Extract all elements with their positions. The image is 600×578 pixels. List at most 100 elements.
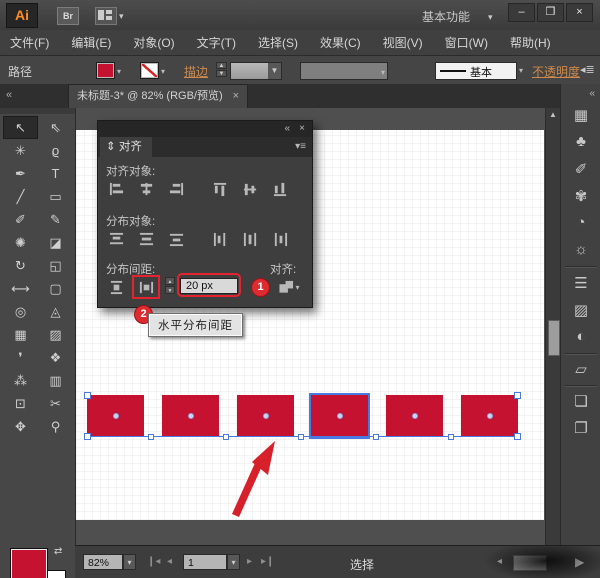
menu-effect[interactable]: 效果(C): [320, 34, 361, 51]
document-tab[interactable]: 未标题-3* @ 82% (RGB/预览)×: [68, 84, 248, 109]
brushes-panel-icon[interactable]: ✐: [561, 160, 600, 178]
vertical-scrollbar[interactable]: ▲: [545, 108, 561, 545]
red-square-1[interactable]: [87, 395, 144, 437]
zoom-level-value[interactable]: 82%: [83, 554, 123, 570]
appearance-panel-icon[interactable]: ☼: [561, 241, 600, 258]
menu-window[interactable]: 窗口(W): [445, 34, 488, 51]
transparency-panel-icon[interactable]: ◐: [561, 328, 600, 345]
swatches-panel-icon[interactable]: ▦: [561, 106, 600, 124]
selection-handle[interactable]: [448, 434, 454, 440]
red-square-6[interactable]: [461, 395, 518, 437]
previous-artboard-icon[interactable]: ◂: [167, 556, 172, 567]
distribute-horizontal-center-button[interactable]: [238, 229, 262, 249]
slice-tool[interactable]: ✂: [38, 392, 73, 415]
red-square-3[interactable]: [237, 395, 294, 437]
swap-fill-stroke-icon[interactable]: ⇄: [54, 546, 62, 557]
line-segment-tool[interactable]: ╱: [3, 185, 38, 208]
symbols-panel-icon[interactable]: ♣: [561, 133, 600, 150]
close-button[interactable]: ×: [566, 3, 593, 22]
artboard-number-value[interactable]: 1: [183, 554, 227, 570]
stroke-color-swatch[interactable]: [140, 62, 159, 79]
perspective-grid-tool[interactable]: ◬: [38, 300, 73, 323]
bridge-icon[interactable]: Br: [57, 7, 79, 25]
red-square-5[interactable]: [386, 395, 443, 437]
align-tab[interactable]: ⇕ 对齐: [100, 137, 152, 157]
selection-handle[interactable]: [84, 433, 91, 440]
color-panel-icon[interactable]: ✾: [561, 187, 600, 205]
align-to-selector[interactable]: ▾: [274, 277, 304, 297]
scroll-right-icon[interactable]: ▶: [575, 555, 584, 569]
rectangle-tool[interactable]: ▭: [38, 185, 73, 208]
stroke-weight-caret-icon[interactable]: ▼: [268, 63, 281, 79]
distribute-bottom-button[interactable]: [164, 229, 188, 249]
scroll-up-icon[interactable]: ▲: [549, 110, 557, 119]
brush-definition-caret-icon[interactable]: ▾: [519, 66, 523, 75]
pencil-tool[interactable]: ✎: [38, 208, 73, 231]
scale-tool[interactable]: ◱: [38, 254, 73, 277]
selection-handle[interactable]: [84, 392, 91, 399]
vertical-distribute-space-button[interactable]: [104, 277, 128, 297]
arrange-caret-icon[interactable]: ▾: [119, 11, 124, 22]
fill-caret-icon[interactable]: ▾: [117, 67, 121, 76]
magic-wand-tool[interactable]: ✳: [3, 139, 38, 162]
stroke-caret-icon[interactable]: ▾: [161, 67, 165, 76]
eyedropper-tool[interactable]: ❜: [3, 346, 38, 369]
red-square-4-key-object[interactable]: [311, 395, 368, 437]
align-vertical-center-button[interactable]: [238, 179, 262, 199]
paintbrush-tool[interactable]: ✐: [3, 208, 38, 231]
stroke-panel-icon[interactable]: ☰: [561, 274, 600, 292]
panel-close-icon[interactable]: ×: [299, 123, 305, 134]
selection-handle[interactable]: [514, 392, 521, 399]
scroll-left-icon[interactable]: ◂: [497, 556, 502, 567]
eraser-tool[interactable]: ◪: [38, 231, 73, 254]
next-artboard-icon[interactable]: ▸: [247, 556, 252, 567]
spacing-stepper[interactable]: ▲▼: [165, 277, 175, 295]
align-bottom-button[interactable]: [268, 179, 292, 199]
workspace-caret-icon[interactable]: ▾: [488, 12, 493, 23]
align-left-button[interactable]: [104, 179, 128, 199]
type-tool[interactable]: T: [38, 162, 73, 185]
transform-panel-icon[interactable]: ▱: [561, 360, 600, 378]
column-graph-tool[interactable]: ▥: [38, 369, 73, 392]
panel-collapse-icon[interactable]: «: [284, 123, 290, 134]
opacity-panel-link[interactable]: 不透明度: [532, 63, 580, 80]
distribute-top-button[interactable]: [104, 229, 128, 249]
selection-handle[interactable]: [514, 433, 521, 440]
align-top-button[interactable]: [208, 179, 232, 199]
gradient-panel-icon[interactable]: ▨: [561, 301, 600, 319]
selection-tool[interactable]: ↖: [3, 116, 38, 139]
blend-tool[interactable]: ❖: [38, 346, 73, 369]
artboard-caret-icon[interactable]: ▾: [227, 554, 240, 570]
horizontal-scroll-thumb[interactable]: [513, 555, 547, 571]
mesh-tool[interactable]: ▦: [3, 323, 38, 346]
last-artboard-icon[interactable]: ▸❙: [261, 556, 274, 567]
symbol-sprayer-tool[interactable]: ⁂: [3, 369, 38, 392]
distribute-vertical-center-button[interactable]: [134, 229, 158, 249]
color-guide-panel-icon[interactable]: ◔: [561, 214, 600, 231]
layers-panel-icon[interactable]: ❏: [561, 392, 600, 410]
menu-view[interactable]: 视图(V): [383, 34, 423, 51]
rotate-tool[interactable]: ↻: [3, 254, 38, 277]
variable-width-combo[interactable]: ▾: [300, 62, 388, 80]
tools-collapse-icon[interactable]: «: [6, 89, 12, 101]
artboard-tool[interactable]: ⊡: [3, 392, 38, 415]
menu-select[interactable]: 选择(S): [258, 34, 298, 51]
pen-tool[interactable]: ✒: [3, 162, 38, 185]
shape-builder-tool[interactable]: ◎: [3, 300, 38, 323]
dock-collapse-icon[interactable]: «: [589, 88, 595, 99]
width-tool[interactable]: ⟷: [3, 277, 38, 300]
selection-handle[interactable]: [373, 434, 379, 440]
tools-grip[interactable]: [0, 108, 75, 114]
panel-menu-icon[interactable]: ▾≡: [295, 141, 306, 152]
workspace-switcher[interactable]: 基本功能: [422, 8, 470, 25]
horizontal-distribute-space-button[interactable]: [134, 277, 158, 297]
artboards-panel-icon[interactable]: ❐: [561, 419, 600, 437]
brush-definition-combo[interactable]: 基本: [435, 62, 517, 80]
selection-handle[interactable]: [298, 434, 304, 440]
control-panel-options-icon[interactable]: ◂≣: [580, 63, 595, 76]
fill-color-swatch[interactable]: [96, 62, 115, 79]
free-transform-tool[interactable]: ▢: [38, 277, 73, 300]
menu-edit[interactable]: 编辑(E): [71, 34, 111, 51]
variable-width-caret-icon[interactable]: ▾: [381, 68, 385, 77]
red-square-2[interactable]: [162, 395, 219, 437]
